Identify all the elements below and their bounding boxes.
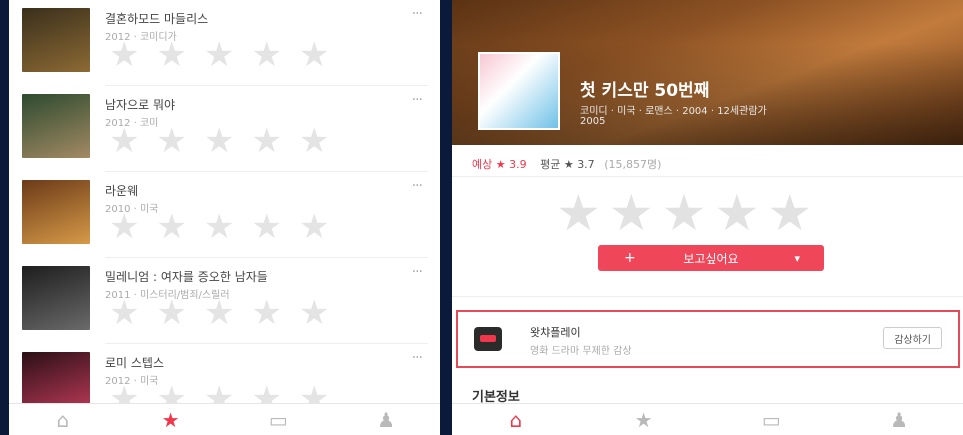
star-icon[interactable]: ★ — [767, 188, 812, 238]
movie-title: 결혼하모드 마들리스 — [105, 12, 209, 26]
home-icon: ⌂ — [509, 407, 523, 432]
movie-poster — [22, 94, 90, 158]
star-icon[interactable]: ★ — [556, 188, 601, 238]
star-icon[interactable]: ★ — [251, 124, 281, 158]
star-icon[interactable]: ★ — [156, 124, 186, 158]
movie-title: 로미 스텝스 — [105, 356, 165, 370]
star-rating[interactable]: ★ ★ ★ ★ ★ — [556, 188, 812, 238]
user-icon: ♟ — [890, 407, 909, 432]
star-icon[interactable]: ★ — [204, 210, 234, 244]
divider — [452, 176, 963, 177]
star-icon[interactable]: ★ — [109, 296, 139, 330]
tab-home[interactable]: ⌂ — [452, 404, 580, 435]
bottom-tab-bar: ⌂ ★ ▭ ♟ — [9, 403, 440, 435]
star-icon[interactable]: ★ — [299, 210, 329, 244]
more-dots-icon[interactable]: ··· — [412, 264, 423, 280]
star-rating[interactable]: ★ ★ ★ ★ ★ — [109, 210, 329, 244]
bottom-tab-bar: ⌂ ★ ▭ ♟ — [452, 403, 963, 435]
star-icon[interactable]: ★ — [299, 38, 329, 72]
movie-year: 2005 — [580, 116, 606, 127]
movie-title: 첫 키스만 50번째 — [580, 81, 710, 101]
star-icon[interactable]: ★ — [204, 38, 234, 72]
star-icon: ★ — [634, 407, 653, 432]
rating-list-screen: 결혼하모드 마들리스 2012 · 코미디가 ··· ★ ★ ★ ★ ★ 남자으… — [9, 0, 440, 435]
watcha-play-banner[interactable]: 왓챠플레이 영화 드라마 무제한 감상 감상하기 — [456, 310, 960, 368]
home-icon: ⌂ — [56, 407, 70, 432]
star-icon[interactable]: ★ — [156, 296, 186, 330]
star-icon: ★ — [161, 407, 180, 432]
plus-icon: + — [624, 250, 636, 266]
list-item[interactable]: 남자으로 뭐야 2012 · 코미 ··· ★ ★ ★ ★ ★ — [9, 86, 440, 172]
chevron-down-icon: ▾ — [794, 251, 800, 265]
user-icon: ♟ — [377, 407, 396, 432]
star-icon[interactable]: ★ — [204, 296, 234, 330]
list-item[interactable]: 결혼하모드 마들리스 2012 · 코미디가 ··· ★ ★ ★ ★ ★ — [9, 0, 440, 86]
want-to-watch-label: 보고싶어요 — [683, 251, 739, 266]
star-icon[interactable]: ★ — [109, 38, 139, 72]
expected-rating: 예상 ★ 3.9 — [472, 158, 527, 171]
tab-chat[interactable]: ▭ — [708, 404, 836, 435]
movie-meta: 코미디 · 미국 · 로맨스 · 2004 · 12세관람가 — [580, 106, 767, 117]
more-dots-icon[interactable]: ··· — [412, 178, 423, 194]
chat-icon: ▭ — [761, 407, 781, 432]
star-icon[interactable]: ★ — [156, 38, 186, 72]
rating-count: (15,857명) — [604, 158, 662, 171]
divider — [452, 296, 963, 297]
star-rating[interactable]: ★ ★ ★ ★ ★ — [109, 124, 329, 158]
star-rating[interactable]: ★ ★ ★ ★ ★ — [109, 38, 329, 72]
tab-rate[interactable]: ★ — [580, 404, 708, 435]
star-icon[interactable]: ★ — [299, 296, 329, 330]
star-icon[interactable]: ★ — [609, 188, 654, 238]
chat-icon: ▭ — [268, 407, 288, 432]
more-dots-icon[interactable]: ··· — [412, 350, 423, 366]
want-to-watch-button[interactable]: + 보고싶어요 ▾ — [598, 245, 824, 271]
tab-chat[interactable]: ▭ — [225, 404, 333, 435]
star-icon[interactable]: ★ — [299, 124, 329, 158]
star-icon[interactable]: ★ — [109, 124, 139, 158]
tab-profile[interactable]: ♟ — [835, 404, 963, 435]
rating-summary: 예상 ★ 3.9 평균 ★ 3.7 (15,857명) — [472, 156, 661, 172]
movie-title: 라운웨 — [105, 184, 139, 198]
average-rating: 평균 ★ 3.7 — [540, 158, 595, 171]
watcha-play-icon — [474, 327, 502, 351]
movie-poster — [22, 8, 90, 72]
service-description: 영화 드라마 무제한 감상 — [530, 346, 632, 357]
star-icon[interactable]: ★ — [204, 124, 234, 158]
movie-poster — [22, 266, 90, 330]
tab-rate[interactable]: ★ — [117, 404, 225, 435]
star-icon[interactable]: ★ — [251, 296, 281, 330]
watch-now-button[interactable]: 감상하기 — [883, 327, 942, 349]
service-name: 왓챠플레이 — [530, 326, 581, 339]
movie-poster[interactable] — [478, 52, 560, 130]
star-icon[interactable]: ★ — [251, 210, 281, 244]
tab-profile[interactable]: ♟ — [332, 404, 440, 435]
more-dots-icon[interactable]: ··· — [412, 6, 423, 22]
movie-title: 남자으로 뭐야 — [105, 98, 176, 112]
star-icon[interactable]: ★ — [714, 188, 759, 238]
tab-home[interactable]: ⌂ — [9, 404, 117, 435]
movie-title: 밀레니엄 : 여자를 증오한 남자들 — [105, 270, 268, 284]
list-item[interactable]: 라운웨 2010 · 미국 ··· ★ ★ ★ ★ ★ — [9, 172, 440, 258]
star-icon[interactable]: ★ — [251, 38, 281, 72]
movie-detail-screen: 첫 키스만 50번째 코미디 · 미국 · 로맨스 · 2004 · 12세관람… — [452, 0, 963, 435]
star-rating[interactable]: ★ ★ ★ ★ ★ — [109, 296, 329, 330]
star-icon[interactable]: ★ — [156, 210, 186, 244]
movie-poster — [22, 180, 90, 244]
list-item[interactable]: 밀레니엄 : 여자를 증오한 남자들 2011 · 미스터리/범죄/스릴러 ··… — [9, 258, 440, 344]
star-icon[interactable]: ★ — [662, 188, 707, 238]
more-dots-icon[interactable]: ··· — [412, 92, 423, 108]
star-icon[interactable]: ★ — [109, 210, 139, 244]
